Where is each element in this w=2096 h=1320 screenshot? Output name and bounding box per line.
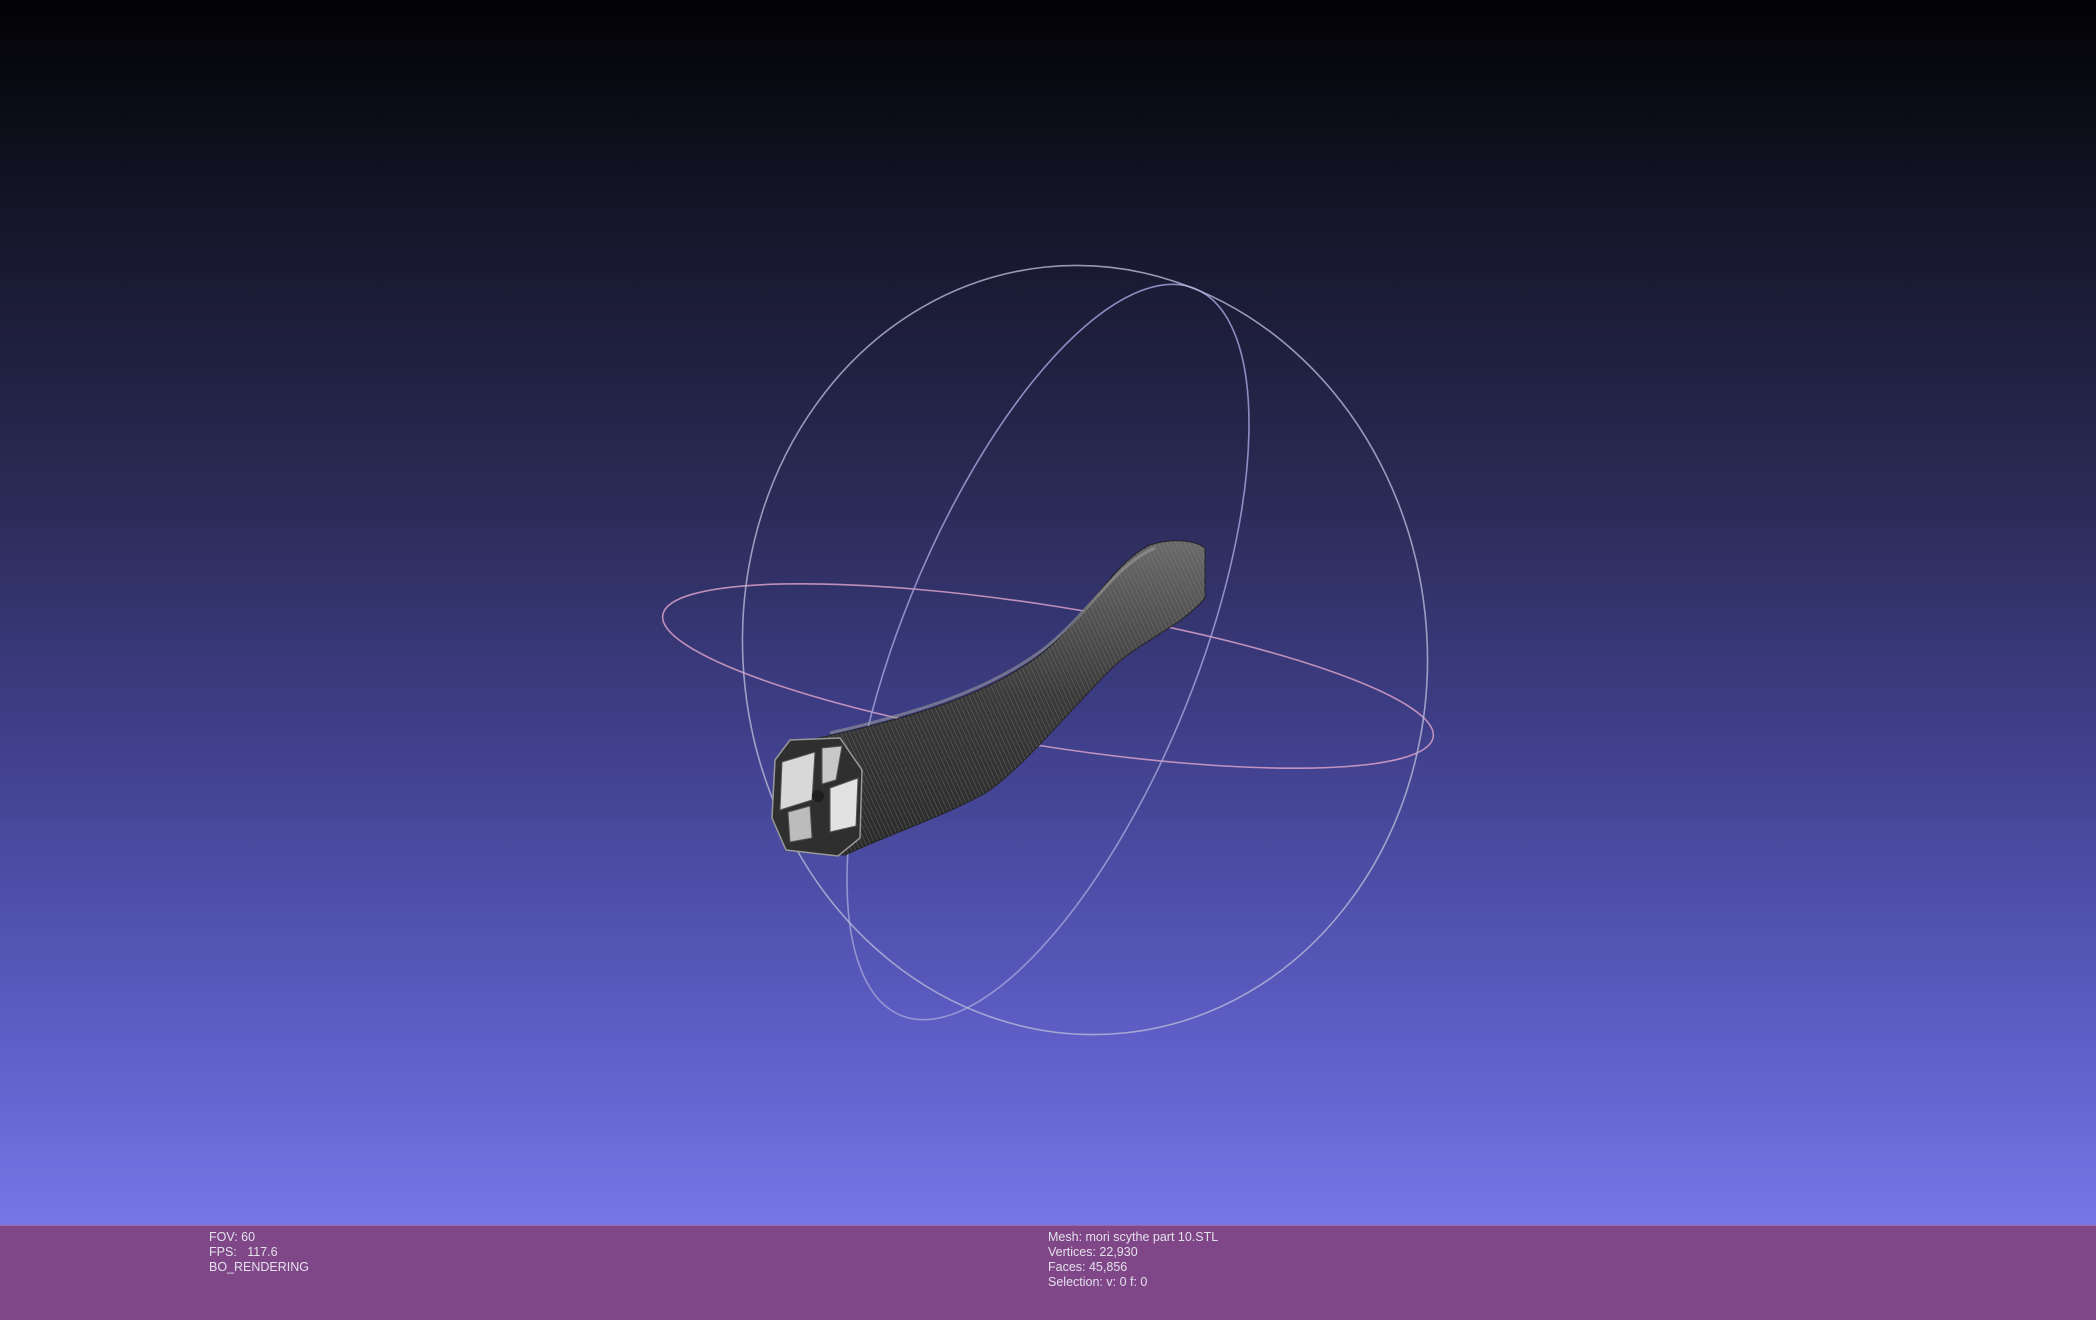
render-mode: BO_RENDERING: [209, 1260, 310, 1274]
status-bar: FOV: 60 FPS: 117.6 BO_RENDERING Mesh: mo…: [0, 1225, 2096, 1320]
face-count: Faces: 45,856: [1048, 1260, 1128, 1274]
fps-readout: FPS: 117.6: [209, 1245, 278, 1259]
3d-viewport[interactable]: [0, 0, 2096, 1225]
mesh-end-cap: [771, 737, 863, 857]
vertex-count: Vertices: 22,930: [1048, 1245, 1138, 1259]
render-info: FOV: 60 FPS: 117.6 BO_RENDERING: [209, 1230, 309, 1275]
fov-readout: FOV: 60: [209, 1230, 256, 1244]
mesh-model[interactable]: [771, 540, 1206, 857]
mesh-info: Mesh: mori scythe part 10.STL Vertices: …: [1048, 1230, 1218, 1290]
scene-canvas[interactable]: [0, 0, 2096, 1225]
selection-info: Selection: v: 0 f: 0: [1048, 1275, 1148, 1289]
mesh-name: Mesh: mori scythe part 10.STL: [1048, 1230, 1219, 1244]
